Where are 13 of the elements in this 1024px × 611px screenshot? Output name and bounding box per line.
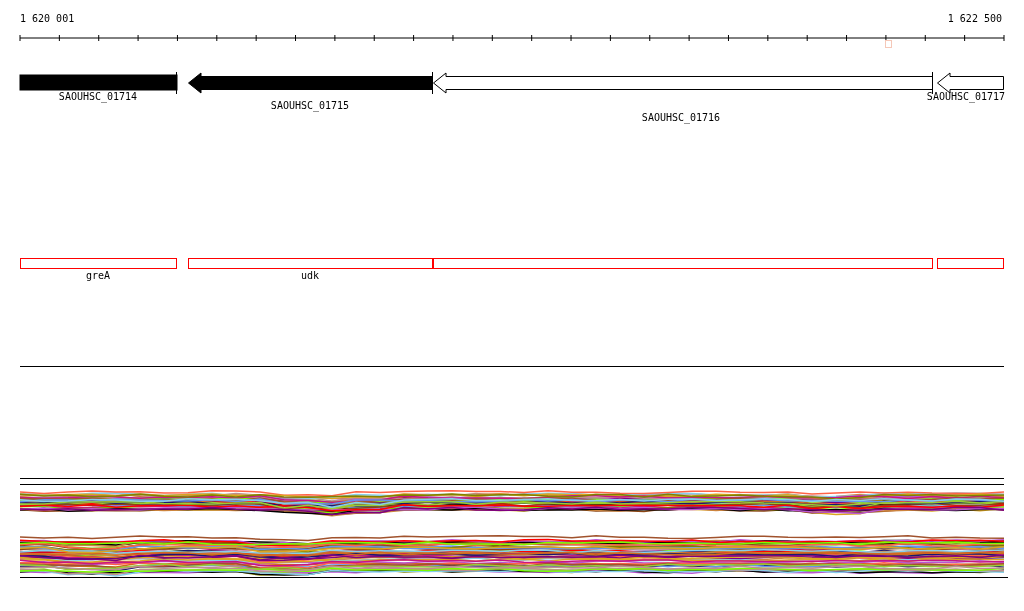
position-label: 1 620 001 bbox=[20, 13, 75, 24]
feature-label: udk bbox=[300, 270, 320, 281]
position-marker-icon[interactable] bbox=[885, 40, 892, 48]
feature-box[interactable] bbox=[433, 258, 933, 269]
gene-label: SAOUHSC_01716 bbox=[641, 112, 721, 123]
feature-label: greA bbox=[85, 270, 111, 281]
feature-box[interactable] bbox=[20, 258, 177, 269]
gene-label: SAOUHSC_01714 bbox=[58, 91, 138, 102]
gene-label: SAOUHSC_01715 bbox=[270, 100, 350, 111]
gene-label: SAOUHSC_01717 bbox=[926, 91, 1006, 102]
position-label: 1 622 500 bbox=[947, 13, 1002, 24]
feature-box[interactable] bbox=[937, 258, 1004, 269]
feature-box[interactable] bbox=[188, 258, 433, 269]
